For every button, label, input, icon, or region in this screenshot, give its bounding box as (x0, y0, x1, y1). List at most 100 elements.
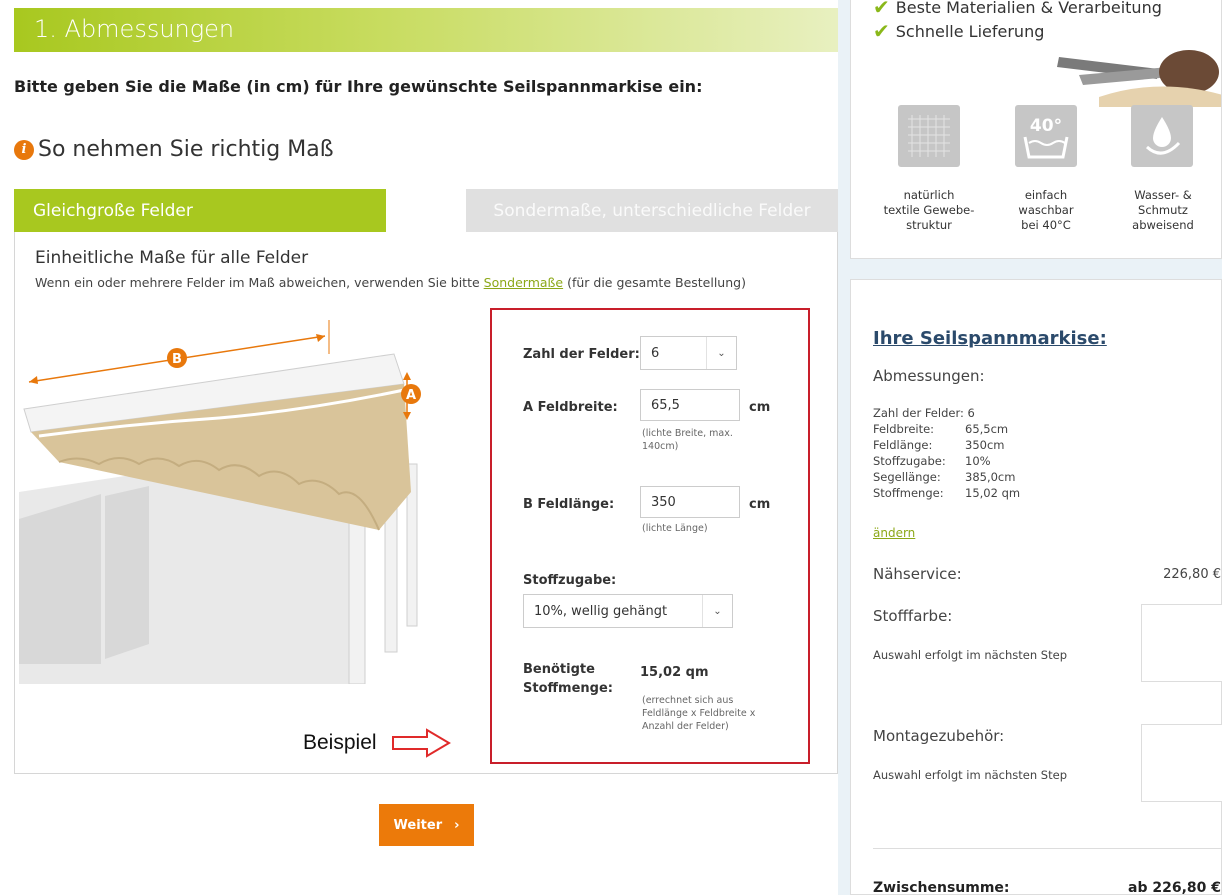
subtotal-label: Zwischensumme: (873, 880, 1010, 895)
summary-key-segellaenge: Segellänge: (873, 470, 941, 484)
zugabe-select[interactable]: 10%, wellig gehängt ⌄ (523, 594, 733, 628)
instruction-text: Bitte geben Sie die Maße (in cm) für Ihr… (14, 77, 703, 96)
stofffarbe-swatch (1141, 604, 1222, 682)
dimensions-panel: Einheitliche Maße für alle Felder Wenn e… (14, 232, 838, 774)
feature-text-fabric-3: struktur (906, 218, 952, 232)
breite-label: A Feldbreite: (523, 400, 618, 415)
summary-dims-heading: Abmessungen: (873, 367, 985, 385)
menge-hint-line-3: Anzahl der Felder) (642, 721, 729, 732)
chevron-down-icon: ⌄ (706, 337, 736, 369)
montage-swatch (1141, 724, 1222, 802)
stofffarbe-label: Stofffarbe: (873, 607, 953, 625)
example-label: Beispiel (303, 728, 451, 758)
feature-text-fabric-2: textile Gewebe- (883, 203, 975, 217)
menge-label-line-2: Stoffmenge: (523, 681, 613, 696)
summary-val-stoffmenge: 15,02 qm (965, 486, 1021, 500)
summary-row-felder: Zahl der Felder: 6 (873, 406, 975, 420)
feature-text-water: Wasser- & Schmutz abweisend (1113, 188, 1213, 233)
section-title: 1. Abmessungen (34, 15, 235, 43)
feature-text-water-1: Wasser- & (1134, 188, 1192, 202)
feature-check-2-label: Schnelle Lieferung (895, 21, 1045, 41)
diagram-label-b: B (172, 352, 182, 367)
summary-val-breite: 65,5cm (965, 422, 1009, 436)
laenge-input[interactable]: 350 (640, 486, 740, 518)
breite-input-value: 65,5 (651, 397, 680, 413)
order-summary: Ihre Seilspannmarkise: Abmessungen: Zahl… (850, 279, 1222, 895)
chevron-right-icon: › (454, 817, 460, 833)
feature-text-fabric-1: natürlich (903, 188, 955, 202)
zugabe-label: Stoffzugabe: (523, 573, 617, 588)
diagram-label-a: A (406, 388, 416, 403)
breite-unit: cm (749, 400, 771, 415)
weiter-button[interactable]: Weiter › (379, 804, 474, 846)
measure-help-link[interactable]: i So nehmen Sie richtig Maß (14, 137, 334, 162)
felder-select-value: 6 (651, 345, 660, 361)
feature-text-wash-1: einfach (1024, 188, 1068, 202)
info-icon: i (14, 139, 34, 160)
field-mode-tabs: Gleichgroße Felder Sondermaße, unterschi… (14, 189, 838, 233)
feature-check-1-label: Beste Materialien & Verarbeitung (895, 0, 1162, 17)
tab-custom-fields[interactable]: Sondermaße, unterschiedliche Felder (466, 189, 838, 233)
feature-text-wash-2: waschbar (1018, 203, 1074, 217)
feature-text-water-2: Schmutz (1138, 203, 1188, 217)
summary-key-laenge: Feldlänge: (873, 438, 933, 452)
panel-subtitle-post: (für die gesamte Bestellung) (563, 275, 746, 290)
laenge-unit: cm (749, 497, 771, 512)
summary-key-zugabe: Stoffzugabe: (873, 454, 946, 468)
features-box: ✔ Beste Materialien & Verarbeitung ✔ Sch… (850, 0, 1222, 259)
tab-equal-fields[interactable]: Gleichgroße Felder (14, 189, 386, 233)
menge-hint-line-1: (errechnet sich aus (642, 695, 734, 706)
summary-val-zugabe: 10% (965, 454, 991, 468)
dimensions-form: Zahl der Felder: 6 ⌄ A Feldbreite: 65,5 … (490, 308, 810, 764)
arrow-right-icon (391, 728, 451, 758)
zugabe-select-value: 10%, wellig gehängt (534, 603, 668, 619)
panel-subtitle-pre: Wenn ein oder mehrere Felder im Maß abwe… (35, 275, 484, 290)
summary-title: Ihre Seilspannmarkise: (873, 328, 1107, 349)
laenge-input-value: 350 (651, 494, 676, 510)
feature-text-water-3: abweisend (1132, 218, 1194, 232)
breite-input[interactable]: 65,5 (640, 389, 740, 421)
change-link[interactable]: ändern (873, 526, 915, 540)
wash-40-icon: 40° (1015, 105, 1077, 167)
felder-select[interactable]: 6 ⌄ (640, 336, 737, 370)
naehservice-price: 226,80 € (1163, 567, 1221, 582)
laenge-label: B Feldlänge: (523, 497, 615, 512)
sondermasse-link[interactable]: Sondermaße (484, 275, 563, 290)
subtotal-value: ab 226,80 € (1128, 880, 1221, 895)
section-header: 1. Abmessungen (14, 8, 838, 52)
feature-check-2: ✔ Schnelle Lieferung (873, 19, 1044, 43)
menge-hint: (errechnet sich aus Feldlänge x Feldbrei… (642, 694, 755, 733)
summary-divider (873, 848, 1221, 849)
chevron-down-icon: ⌄ (702, 595, 732, 627)
menge-label-line-1: Benötigte (523, 662, 595, 677)
feature-text-wash: einfach waschbar bei 40°C (997, 188, 1095, 233)
pergola-illustration: B A (19, 320, 421, 684)
panel-subtitle: Wenn ein oder mehrere Felder im Maß abwe… (35, 275, 746, 290)
example-text: Beispiel (303, 731, 377, 754)
breite-hint: (lichte Breite, max. 140cm) (642, 427, 733, 453)
menge-value: 15,02 qm (640, 665, 709, 680)
measure-help-label: So nehmen Sie richtig Maß (38, 137, 334, 162)
panel-title: Einheitliche Maße für alle Felder (35, 248, 309, 268)
breite-hint-line-1: (lichte Breite, max. (642, 428, 733, 439)
weiter-label: Weiter (393, 817, 443, 833)
water-repellent-icon (1131, 105, 1193, 167)
summary-val-segellaenge: 385,0cm (965, 470, 1016, 484)
naehservice-label: Nähservice: (873, 565, 962, 583)
montage-label: Montagezubehör: (873, 727, 1005, 745)
montage-note: Auswahl erfolgt im nächsten Step (873, 768, 1067, 782)
feature-text-wash-3: bei 40°C (1021, 218, 1071, 232)
menge-label: Benötigte Stoffmenge: (523, 660, 613, 698)
laenge-hint: (lichte Länge) (642, 523, 708, 534)
summary-key-breite: Feldbreite: (873, 422, 935, 436)
checkmark-icon: ✔ (873, 0, 890, 19)
felder-label: Zahl der Felder: (523, 347, 640, 362)
checkmark-icon: ✔ (873, 19, 890, 43)
summary-key-stoffmenge: Stoffmenge: (873, 486, 944, 500)
stofffarbe-note: Auswahl erfolgt im nächsten Step (873, 648, 1067, 662)
menge-hint-line-2: Feldlänge x Feldbreite x (642, 708, 756, 719)
feature-text-fabric: natürlich textile Gewebe- struktur (861, 188, 997, 233)
scissors-photo (1057, 50, 1221, 107)
wash-temp-badge: 40° (1030, 116, 1062, 136)
breite-hint-line-2: 140cm) (642, 441, 679, 452)
